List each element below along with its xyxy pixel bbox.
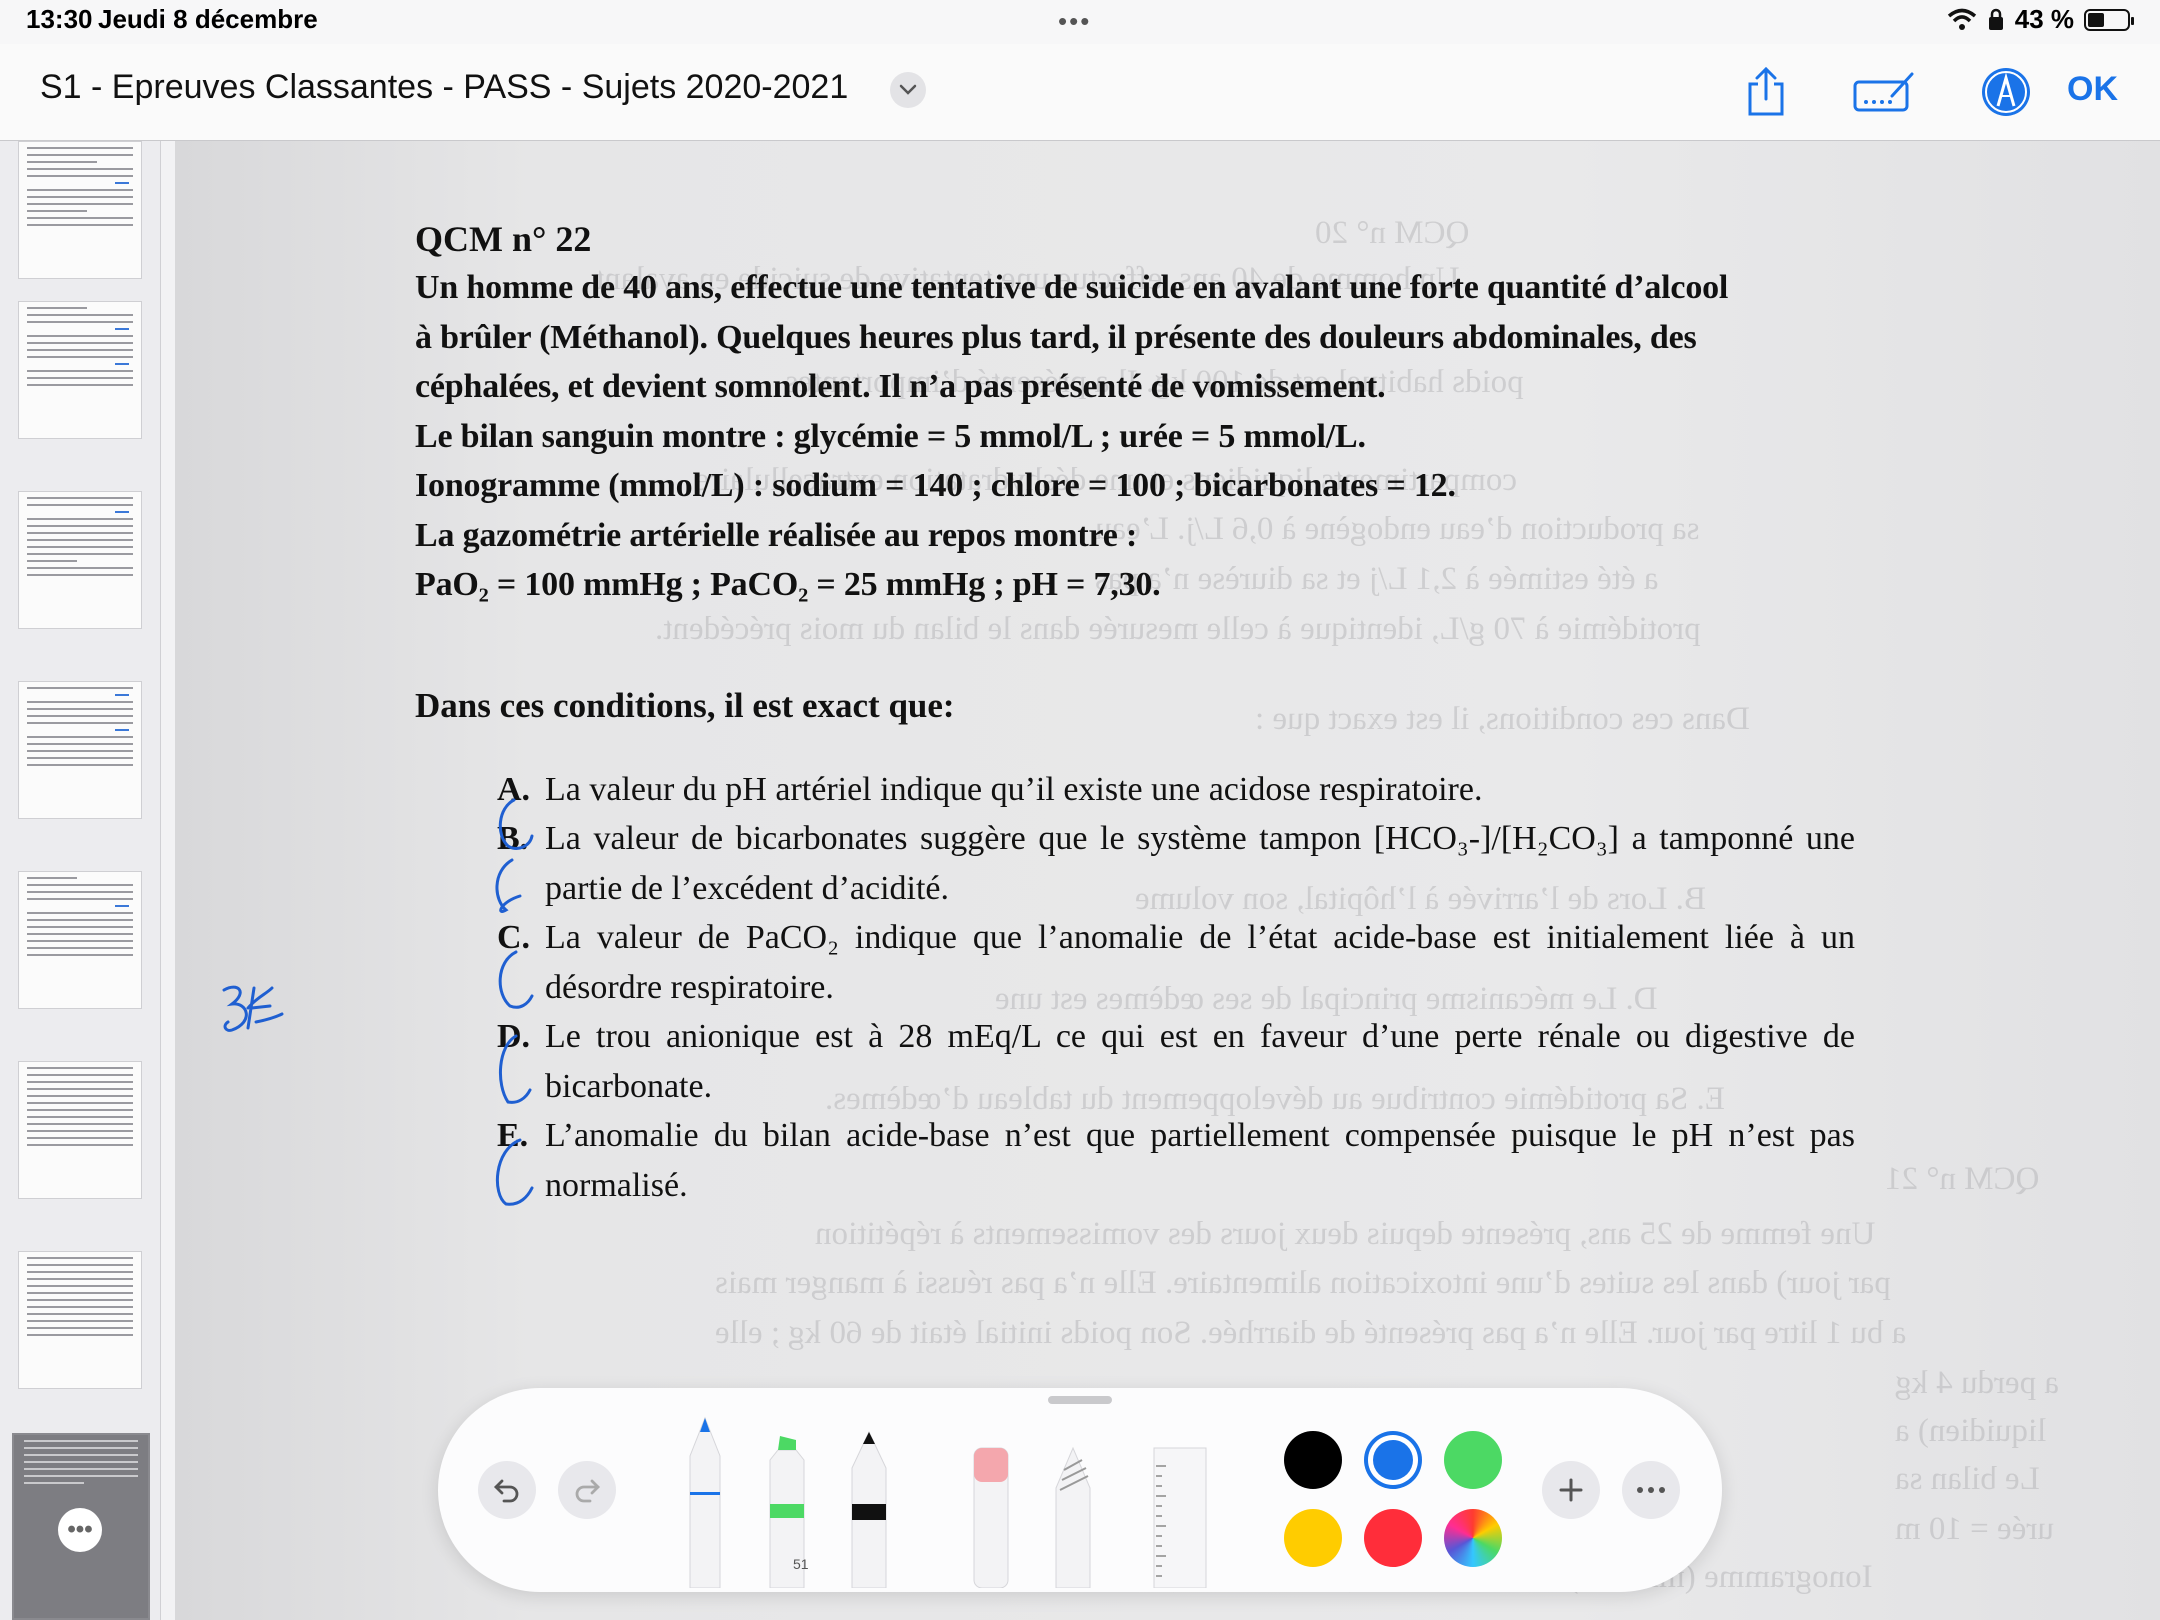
question-prompt: Dans ces conditions, il est exact que: bbox=[415, 685, 955, 725]
question-content: QCM n° 22 Un homme de 40 ans, effectue u… bbox=[415, 215, 1855, 1210]
lasso-tool[interactable] bbox=[1046, 1444, 1100, 1588]
more-icon bbox=[1637, 1487, 1665, 1493]
page-thumbnail[interactable] bbox=[18, 681, 142, 819]
stem-line: céphalées, et devient somnolent. Il n’a … bbox=[415, 368, 1386, 405]
multitasking-dots-icon[interactable]: ••• bbox=[1058, 6, 1091, 37]
option-text: L’anomalie du bilan acide-base n’est que… bbox=[545, 1117, 1855, 1204]
answer-option-b: B. La valeur de bicarbonates suggère que… bbox=[497, 814, 1855, 913]
page-thumbnails-sidebar[interactable] bbox=[0, 141, 161, 1620]
answer-option-e: E. L’anomalie du bilan acide-base n’est … bbox=[497, 1111, 1855, 1210]
eraser-tool[interactable] bbox=[964, 1444, 1018, 1588]
ruler-icon bbox=[1153, 1447, 1207, 1588]
handwritten-note-text: BE bbox=[218, 978, 220, 979]
bleed-through-text: urée = 10 m bbox=[1895, 1511, 2054, 1547]
bleed-through-text: liquidien) a bbox=[1895, 1413, 2047, 1449]
handwritten-note: BE bbox=[218, 978, 284, 1032]
stem-line: PaO₂ = 100 mmHg ; PaCO₂ = 25 mmHg ; pH =… bbox=[415, 566, 1161, 603]
redo-button[interactable] bbox=[558, 1461, 616, 1519]
stem-line: Un homme de 40 ans, effectue une tentati… bbox=[415, 269, 1729, 306]
page-thumbnail[interactable] bbox=[18, 141, 142, 279]
color-wheel-icon[interactable] bbox=[1444, 1509, 1502, 1567]
undo-icon bbox=[494, 1479, 519, 1503]
add-icon bbox=[1559, 1478, 1583, 1502]
stem-line: à brûler (Méthanol). Quelques heures plu… bbox=[415, 318, 1697, 356]
more-options-button[interactable] bbox=[1622, 1461, 1680, 1519]
add-button[interactable] bbox=[1542, 1461, 1600, 1519]
status-bar: 13:30 Jeudi 8 décembre ••• 43 % bbox=[0, 0, 2160, 44]
orientation-lock-icon bbox=[1988, 8, 2003, 30]
text-input-button[interactable] bbox=[1852, 60, 1916, 124]
more-icon: ••• bbox=[67, 1516, 93, 1543]
option-letter: B. bbox=[497, 820, 529, 857]
answer-option-d: D. Le trou anionique est à 28 mEq/L ce q… bbox=[497, 1012, 1855, 1111]
share-icon bbox=[1748, 66, 1784, 116]
undo-button[interactable] bbox=[478, 1461, 536, 1519]
battery-percent: 43 % bbox=[2014, 4, 2074, 34]
option-letter: D. bbox=[497, 1018, 531, 1055]
ruler-tool[interactable] bbox=[1152, 1446, 1208, 1588]
option-letter: C. bbox=[497, 919, 531, 956]
page-thumbnail[interactable] bbox=[18, 301, 142, 439]
status-indicators: 43 % bbox=[1947, 4, 2134, 35]
color-yellow[interactable] bbox=[1284, 1509, 1342, 1567]
bleed-through-text: Une femme de 25 ans, présente depuis deu… bbox=[815, 1216, 1876, 1252]
title-menu-button[interactable] bbox=[890, 72, 926, 108]
battery-icon bbox=[2084, 8, 2134, 31]
option-text: Le trou anionique est à 28 mEq/L ce qui … bbox=[545, 1018, 1855, 1105]
stem-line: La gazométrie artérielle réalisée au rep… bbox=[415, 516, 1138, 554]
chevron-down-icon bbox=[899, 84, 917, 95]
page-thumbnail[interactable] bbox=[18, 1251, 142, 1389]
wifi-icon bbox=[1947, 8, 1976, 30]
markup-pen-icon bbox=[1982, 68, 2030, 116]
option-text: La valeur du pH artériel indique qu’il e… bbox=[545, 770, 1483, 808]
marker-tool[interactable] bbox=[842, 1428, 896, 1588]
bleed-through-text: par jour) dans les suites d’une intoxica… bbox=[715, 1265, 1891, 1301]
option-text: La valeur de bicarbonates suggère que le… bbox=[545, 820, 1855, 907]
bleed-through-text: Le bilan sa bbox=[1895, 1461, 2040, 1497]
markup-button[interactable] bbox=[1974, 60, 2038, 124]
keyboard-pencil-icon bbox=[1853, 72, 1914, 112]
answer-option-c: C. La valeur de PaCO₂ indique que l’anom… bbox=[497, 913, 1855, 1012]
page-thumbnail[interactable] bbox=[18, 871, 142, 1009]
stem-line: Ionogramme (mmol/L) : sodium = 140 ; chl… bbox=[415, 467, 1456, 504]
redo-icon bbox=[575, 1479, 600, 1503]
markup-tool-palette[interactable]: 51 bbox=[438, 1388, 1722, 1592]
color-green[interactable] bbox=[1444, 1431, 1502, 1489]
option-letter: E. bbox=[497, 1117, 529, 1154]
eraser-icon bbox=[973, 1447, 1009, 1588]
stem-line: Le bilan sanguin montre : glycémie = 5 m… bbox=[415, 417, 1366, 455]
lasso-icon bbox=[1055, 1446, 1091, 1588]
bleed-through-text: a bu 1 litre par jour. Elle n’a pas prés… bbox=[715, 1315, 1907, 1351]
page-thumbnail[interactable] bbox=[18, 491, 142, 629]
pen-tool[interactable] bbox=[678, 1412, 732, 1588]
option-text: La valeur de PaCO₂ indique que l’anomali… bbox=[545, 919, 1855, 1006]
tool-width-label: 51 bbox=[793, 1556, 809, 1572]
nav-bar: S1 - Epreuves Classantes - PASS - Sujets… bbox=[0, 44, 2160, 141]
question-title: QCM n° 22 bbox=[415, 219, 592, 259]
page-thumbnail[interactable] bbox=[18, 1061, 142, 1199]
pen-icon bbox=[689, 1416, 721, 1588]
answer-option-a: A. La valeur du pH artériel indique qu’i… bbox=[497, 765, 1855, 815]
document-title[interactable]: S1 - Epreuves Classantes - PASS - Sujets… bbox=[40, 68, 848, 107]
bleed-through-text: QCM n° 21 bbox=[1885, 1161, 2040, 1197]
status-time: 13:30 bbox=[26, 4, 93, 34]
color-black[interactable] bbox=[1284, 1431, 1342, 1489]
answer-options: A. La valeur du pH artériel indique qu’i… bbox=[415, 765, 1855, 1211]
share-button[interactable] bbox=[1734, 60, 1798, 124]
thumbnail-more-button[interactable]: ••• bbox=[58, 1508, 102, 1552]
status-date: Jeudi 8 décembre bbox=[98, 4, 318, 34]
color-blue-selected[interactable] bbox=[1364, 1431, 1422, 1489]
color-red[interactable] bbox=[1364, 1509, 1422, 1567]
ok-button[interactable]: OK bbox=[2067, 70, 2118, 109]
marker-icon bbox=[851, 1430, 887, 1588]
option-letter: A. bbox=[497, 770, 531, 808]
bleed-through-text: a perdu 4 kg bbox=[1895, 1365, 2060, 1401]
palette-grabber[interactable] bbox=[1048, 1396, 1112, 1404]
